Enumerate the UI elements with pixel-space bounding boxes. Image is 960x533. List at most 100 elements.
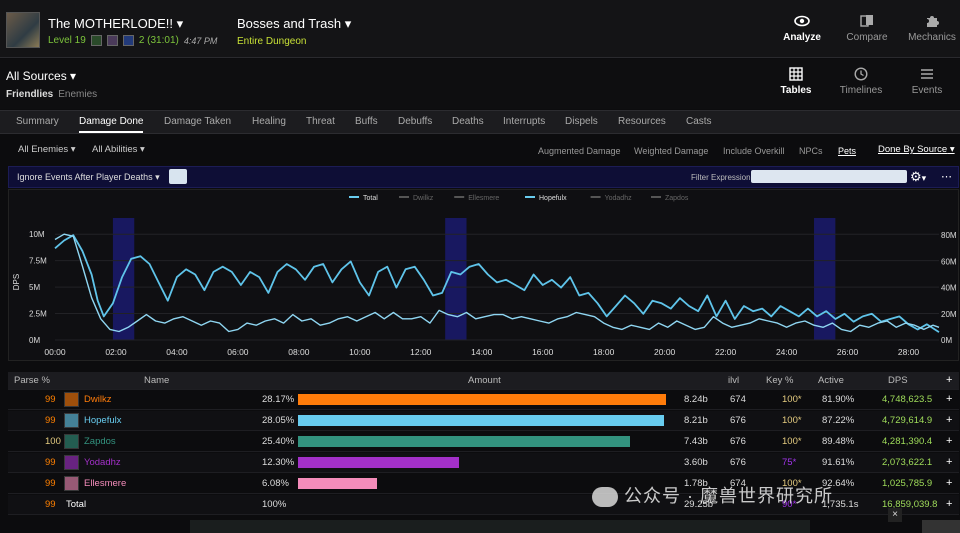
tab-healing[interactable]: Healing: [252, 116, 286, 127]
tab-damage-taken[interactable]: Damage Taken: [164, 116, 231, 127]
tab-summary[interactable]: Summary: [16, 116, 59, 127]
player-name[interactable]: Zapdos: [84, 436, 116, 447]
parse-value: 99: [45, 457, 56, 468]
add-column-icon[interactable]: +: [946, 374, 952, 386]
abilities-filter-dropdown[interactable]: All Abilities ▾: [92, 144, 145, 155]
player-name[interactable]: Total: [66, 499, 86, 510]
legend-label: Hopefulx: [539, 195, 567, 202]
nav-label: Analyze: [783, 32, 821, 43]
nav-mechanics[interactable]: Mechanics: [903, 12, 960, 52]
x-tick-label: 20:00: [654, 347, 676, 357]
more-icon[interactable]: ⋯: [941, 170, 952, 183]
expand-row-icon[interactable]: +: [946, 477, 952, 489]
y-left-tick-label: 10M: [29, 230, 45, 239]
x-tick-label: 28:00: [898, 347, 920, 357]
npcs-toggle[interactable]: NPCs: [799, 146, 823, 156]
enemies-filter-dropdown[interactable]: All Enemies ▾: [18, 144, 76, 155]
x-tick-label: 06:00: [227, 347, 249, 357]
amount-percent: 6.08%: [262, 478, 289, 489]
nav-compare[interactable]: Compare: [838, 12, 896, 52]
metric-tabs: Summary Damage Done Damage Taken Healing…: [0, 110, 960, 134]
spec-icon: [64, 476, 79, 491]
tab-interrupts[interactable]: Interrupts: [503, 116, 545, 127]
fight-selector[interactable]: Bosses and Trash ▾: [237, 16, 351, 32]
footer-corner: [922, 520, 960, 533]
tab-resources[interactable]: Resources: [618, 116, 666, 127]
col-key[interactable]: Key %: [766, 375, 793, 386]
col-amount[interactable]: Amount: [468, 375, 501, 386]
dps-value: 4,281,390.4: [882, 436, 933, 447]
view-tables[interactable]: Tables: [766, 65, 826, 105]
tab-buffs[interactable]: Buffs: [355, 116, 378, 127]
expand-row-icon[interactable]: +: [946, 414, 952, 426]
spec-icon: [64, 392, 79, 407]
tab-casts[interactable]: Casts: [686, 116, 712, 127]
report-header: The MOTHERLODE!! ▾ Level 19 2 (31:01) 4:…: [0, 0, 960, 58]
player-name[interactable]: Ellesmere: [84, 478, 126, 489]
table-row[interactable]: 100 Zapdos 25.40% 7.43b 676 100* 89.48% 4,281,3…: [8, 432, 959, 452]
ignore-events-dropdown[interactable]: Ignore Events After Player Deaths ▾: [17, 172, 160, 183]
tab-deaths[interactable]: Deaths: [452, 116, 484, 127]
ignore-events-checkbox[interactable]: [169, 169, 187, 184]
dps-chart-svg: Total Dwilkz Ellesmere Hopefulx Yodadhz Zapdo…: [12, 195, 957, 357]
dps-value: 1,025,785.9: [882, 478, 933, 489]
tab-threat[interactable]: Threat: [306, 116, 335, 127]
spec-icon: [64, 413, 79, 428]
key-percent: 100*: [782, 415, 802, 426]
nav-analyze[interactable]: Analyze: [773, 12, 831, 52]
expand-row-icon[interactable]: +: [946, 435, 952, 447]
col-name[interactable]: Name: [144, 375, 169, 386]
x-tick-label: 16:00: [532, 347, 554, 357]
gear-icon[interactable]: ⚙▾: [910, 169, 926, 185]
augmented-damage-toggle[interactable]: Augmented Damage: [538, 146, 621, 156]
tab-dispels[interactable]: Dispels: [565, 116, 598, 127]
view-timelines[interactable]: Timelines: [830, 65, 892, 105]
table-row[interactable]: 99 Dwilkz 28.17% 8.24b 674 100* 81.90% 4,748,62…: [8, 390, 959, 410]
options-row: All Enemies ▾ All Abilities ▾ Augmented …: [0, 140, 960, 160]
source-selector-bar: All Sources ▾ Friendlies Enemies Tables T…: [0, 59, 960, 109]
filter-expression-input[interactable]: [751, 170, 907, 183]
x-tick-label: 22:00: [715, 347, 737, 357]
col-active[interactable]: Active: [818, 375, 844, 386]
table-row[interactable]: 99 Hopefulx 28.05% 8.21b 676 100* 87.22% 4,729,…: [8, 411, 959, 431]
report-title-dropdown[interactable]: The MOTHERLODE!! ▾: [48, 16, 183, 32]
x-tick-label: 08:00: [288, 347, 310, 357]
table-row[interactable]: 99 Yodadhz 12.30% 3.60b 676 75* 91.61% 2,073,62…: [8, 453, 959, 473]
eye-icon: [794, 15, 810, 27]
col-ilvl[interactable]: ilvl: [728, 375, 739, 386]
legend-label: Zapdos: [665, 195, 689, 202]
player-name[interactable]: Yodadhz: [84, 457, 121, 468]
y-right-tick-label: 0M: [941, 336, 952, 345]
done-by-dropdown[interactable]: Done By Source ▾: [878, 144, 955, 155]
amount-percent: 12.30%: [262, 457, 295, 468]
parse-value: 99: [45, 415, 56, 426]
source-type-links: Friendlies Enemies: [6, 89, 97, 100]
x-tick-label: 04:00: [166, 347, 188, 357]
legend-label: Total: [363, 195, 378, 202]
expand-row-icon[interactable]: +: [946, 498, 952, 510]
tab-damage-done[interactable]: Damage Done: [79, 116, 144, 133]
player-name[interactable]: Dwilkz: [84, 394, 111, 405]
enemies-link[interactable]: Enemies: [58, 89, 97, 100]
tab-debuffs[interactable]: Debuffs: [398, 116, 432, 127]
view-events[interactable]: Events: [897, 65, 957, 105]
include-overkill-toggle[interactable]: Include Overkill: [723, 146, 785, 156]
col-dps[interactable]: DPS: [888, 375, 908, 386]
chevron-down-icon: ▾: [344, 16, 352, 31]
compare-icon: [860, 15, 873, 27]
x-tick-label: 14:00: [471, 347, 493, 357]
weighted-damage-toggle[interactable]: Weighted Damage: [634, 146, 708, 156]
player-name[interactable]: Hopefulx: [84, 415, 122, 426]
friendlies-link[interactable]: Friendlies: [6, 89, 53, 100]
nav-label: Compare: [846, 32, 888, 43]
pets-toggle[interactable]: Pets: [838, 146, 856, 156]
enemies-filter-label: All Enemies: [18, 144, 69, 155]
expand-row-icon[interactable]: +: [946, 393, 952, 405]
all-sources-dropdown[interactable]: All Sources ▾: [6, 69, 76, 83]
expand-row-icon[interactable]: +: [946, 456, 952, 468]
y-right-tick-label: 20M: [941, 310, 957, 319]
col-parse[interactable]: Parse %: [14, 375, 50, 386]
close-icon[interactable]: ×: [888, 508, 902, 522]
list-icon: [921, 69, 933, 79]
active-percent: 89.48%: [822, 436, 855, 447]
